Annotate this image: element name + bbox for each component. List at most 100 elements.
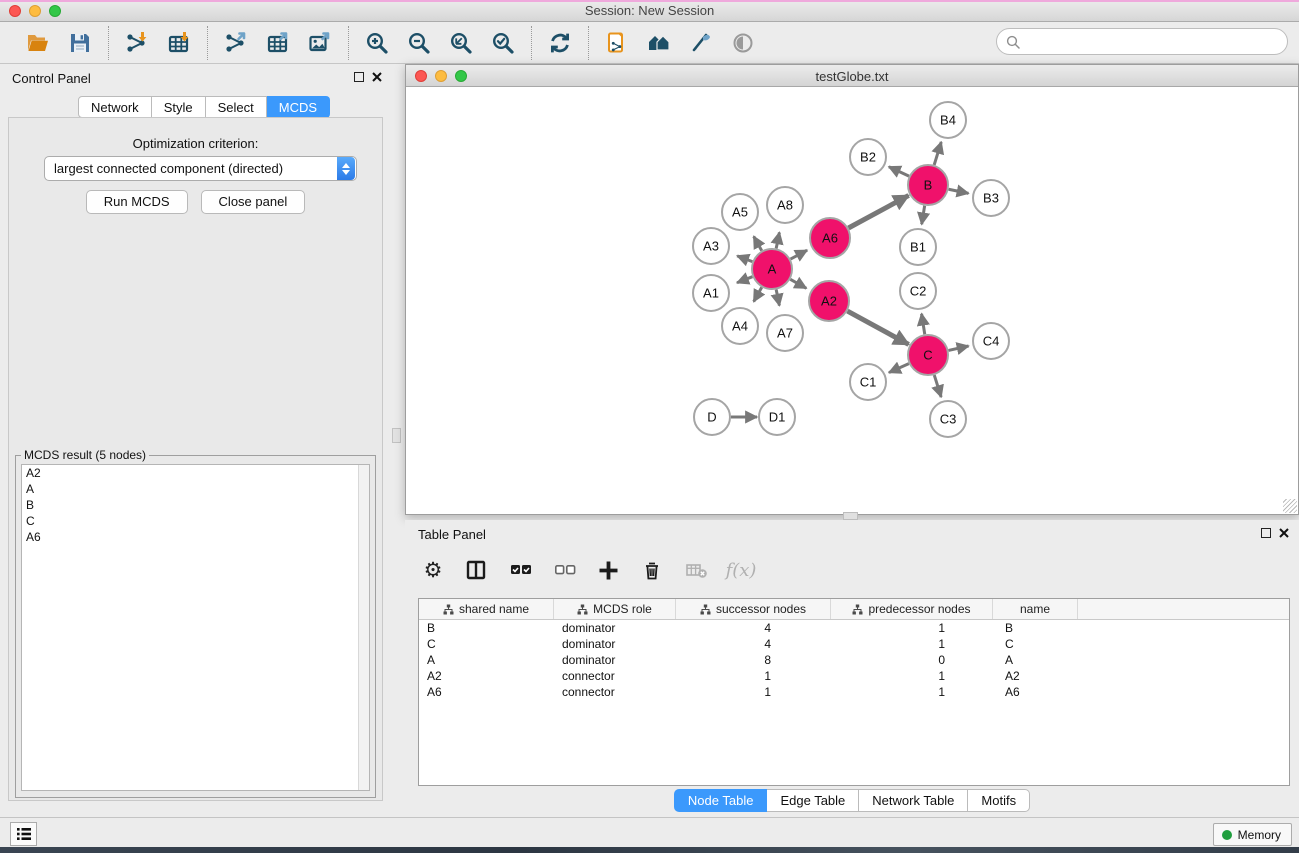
open-in-cybrowser-button[interactable] xyxy=(599,26,635,60)
mcds-result-item[interactable]: B xyxy=(22,497,369,513)
column-header-shared-name[interactable]: shared name xyxy=(419,599,554,619)
edge-C-C3[interactable] xyxy=(934,375,941,397)
window-resize-grip[interactable] xyxy=(1283,499,1297,513)
add-column-button[interactable] xyxy=(594,554,624,586)
refresh-layout-button[interactable] xyxy=(542,26,578,60)
criterion-select[interactable]: largest connected component (directed) xyxy=(44,156,357,181)
graph-node-A6[interactable]: A6 xyxy=(810,218,850,258)
cell-successor-nodes[interactable]: 4 xyxy=(676,636,831,652)
edge-C-C4[interactable] xyxy=(948,346,968,350)
cell-shared-name[interactable]: A6 xyxy=(419,684,554,700)
node-table[interactable]: shared nameMCDS rolesuccessor nodesprede… xyxy=(418,598,1290,786)
memory-button[interactable]: Memory xyxy=(1213,823,1292,846)
edge-B-B4[interactable] xyxy=(934,142,941,165)
cell-predecessor-nodes[interactable]: 0 xyxy=(831,652,993,668)
mcds-result-item[interactable]: A2 xyxy=(22,465,369,481)
settings-button[interactable]: ⚙ xyxy=(418,554,448,586)
edge-A-A5[interactable] xyxy=(754,236,762,250)
graph-node-A4[interactable]: A4 xyxy=(722,308,758,344)
float-panel-icon[interactable] xyxy=(354,72,364,82)
edge-B-B1[interactable] xyxy=(922,206,925,225)
cell-name[interactable]: A6 xyxy=(993,684,1078,700)
graph-node-C3[interactable]: C3 xyxy=(930,401,966,437)
export-network-button[interactable] xyxy=(218,26,254,60)
close-panel-button[interactable]: Close panel xyxy=(201,190,306,214)
save-session-button[interactable] xyxy=(62,26,98,60)
cell-shared-name[interactable]: A xyxy=(419,652,554,668)
close-panel-icon[interactable] xyxy=(372,72,382,82)
select-all-button[interactable] xyxy=(506,554,536,586)
table-row[interactable]: A6connector11A6 xyxy=(419,684,1289,700)
zoom-fit-button[interactable] xyxy=(443,26,479,60)
cell-shared-name[interactable]: B xyxy=(419,620,554,636)
home-button[interactable] xyxy=(641,26,677,60)
cell-predecessor-nodes[interactable]: 1 xyxy=(831,684,993,700)
table-row[interactable]: Bdominator41B xyxy=(419,620,1289,636)
cell-MCDS-role[interactable]: dominator xyxy=(554,636,676,652)
cell-MCDS-role[interactable]: connector xyxy=(554,668,676,684)
close-table-panel-icon[interactable] xyxy=(1279,528,1289,538)
edge-A-A3[interactable] xyxy=(737,256,752,262)
table-row[interactable]: A2connector11A2 xyxy=(419,668,1289,684)
cell-successor-nodes[interactable]: 8 xyxy=(676,652,831,668)
show-panels-button[interactable] xyxy=(10,822,37,846)
edge-A-A4[interactable] xyxy=(754,287,762,301)
zoom-in-button[interactable] xyxy=(359,26,395,60)
tab-network-table[interactable]: Network Table xyxy=(859,789,968,812)
mcds-result-list[interactable]: A2ABCA6 xyxy=(21,464,370,791)
column-header-predecessor-nodes[interactable]: predecessor nodes xyxy=(831,599,993,619)
tab-edge-table[interactable]: Edge Table xyxy=(767,789,859,812)
graph-node-A[interactable]: A xyxy=(752,249,792,289)
deselect-all-button[interactable] xyxy=(550,554,580,586)
graph-node-A1[interactable]: A1 xyxy=(693,275,729,311)
edge-A-A1[interactable] xyxy=(737,277,752,283)
export-table-button[interactable] xyxy=(260,26,296,60)
tab-mcds[interactable]: MCDS xyxy=(267,96,330,118)
cell-name[interactable]: C xyxy=(993,636,1078,652)
cell-predecessor-nodes[interactable]: 1 xyxy=(831,668,993,684)
import-table-button[interactable] xyxy=(161,26,197,60)
graph-node-D[interactable]: D xyxy=(694,399,730,435)
cell-MCDS-role[interactable]: dominator xyxy=(554,620,676,636)
edge-B-B2[interactable] xyxy=(889,167,909,176)
search-input[interactable] xyxy=(1026,34,1278,49)
open-session-button[interactable] xyxy=(20,26,56,60)
graph-node-C1[interactable]: C1 xyxy=(850,364,886,400)
mcds-result-item[interactable]: A6 xyxy=(22,529,369,545)
cell-predecessor-nodes[interactable]: 1 xyxy=(831,636,993,652)
edge-A2-C[interactable] xyxy=(847,311,908,344)
cell-name[interactable]: A2 xyxy=(993,668,1078,684)
graph-node-A3[interactable]: A3 xyxy=(693,228,729,264)
graph-node-C4[interactable]: C4 xyxy=(973,323,1009,359)
edge-A6-B[interactable] xyxy=(848,195,908,228)
cell-predecessor-nodes[interactable]: 1 xyxy=(831,620,993,636)
column-header-name[interactable]: name xyxy=(993,599,1078,619)
tab-style[interactable]: Style xyxy=(152,96,206,118)
tab-network[interactable]: Network xyxy=(78,96,152,118)
graph-node-A8[interactable]: A8 xyxy=(767,187,803,223)
zoom-selected-button[interactable] xyxy=(485,26,521,60)
edge-A-A8[interactable] xyxy=(776,232,779,248)
run-mcds-button[interactable]: Run MCDS xyxy=(86,190,188,214)
cell-successor-nodes[interactable]: 4 xyxy=(676,620,831,636)
graph-node-B3[interactable]: B3 xyxy=(973,180,1009,216)
float-table-panel-icon[interactable] xyxy=(1261,528,1271,538)
import-network-button[interactable] xyxy=(119,26,155,60)
table-row[interactable]: Cdominator41C xyxy=(419,636,1289,652)
network-canvas[interactable]: B4B2BB3A5A8A6B1A3AC2A1A2A4A7C4CC1C3DD1 xyxy=(406,87,1298,514)
graph-node-C[interactable]: C xyxy=(908,335,948,375)
cell-name[interactable]: B xyxy=(993,620,1078,636)
cell-successor-nodes[interactable]: 1 xyxy=(676,668,831,684)
graph-node-C2[interactable]: C2 xyxy=(900,273,936,309)
tab-select[interactable]: Select xyxy=(206,96,267,118)
cell-shared-name[interactable]: C xyxy=(419,636,554,652)
mcds-result-item[interactable]: A xyxy=(22,481,369,497)
cell-MCDS-role[interactable]: connector xyxy=(554,684,676,700)
edge-C-C1[interactable] xyxy=(889,364,909,373)
edge-A-A7[interactable] xyxy=(776,290,779,306)
edge-B-B3[interactable] xyxy=(949,189,969,193)
graph-node-A7[interactable]: A7 xyxy=(767,315,803,351)
zoom-out-button[interactable] xyxy=(401,26,437,60)
hide-annotations-button[interactable] xyxy=(683,26,719,60)
graph-node-B2[interactable]: B2 xyxy=(850,139,886,175)
